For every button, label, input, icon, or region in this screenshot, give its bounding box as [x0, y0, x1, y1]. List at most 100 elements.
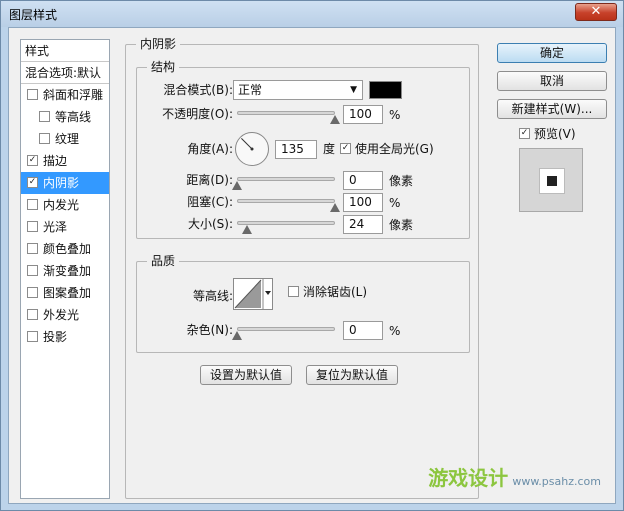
- style-checkbox[interactable]: [27, 243, 38, 254]
- style-list-item[interactable]: ✓ 内阴影: [21, 172, 109, 194]
- watermark-site: www.psahz.com: [512, 475, 601, 488]
- style-checkbox[interactable]: ✓: [27, 155, 38, 166]
- watermark-text: 游戏设计: [428, 466, 509, 490]
- structure-legend: 结构: [147, 60, 180, 74]
- chevron-down-icon: ▼: [350, 85, 357, 95]
- panel-title: 内阴影: [136, 37, 181, 51]
- style-checkbox[interactable]: ✓: [27, 177, 38, 188]
- opacity-label: 不透明度(O):: [162, 107, 233, 121]
- choke-unit: %: [389, 196, 401, 210]
- preview-dot: [547, 176, 557, 186]
- angle-unit: 度: [323, 142, 336, 156]
- close-button[interactable]: ✕: [575, 3, 617, 21]
- shadow-color-swatch[interactable]: [369, 81, 402, 99]
- choke-slider[interactable]: [237, 199, 335, 203]
- preview-label[interactable]: 预览(V): [534, 126, 576, 142]
- window-title: 图层样式: [9, 8, 58, 22]
- style-list-item[interactable]: 颜色叠加: [21, 238, 109, 260]
- distance-slider[interactable]: [237, 177, 335, 181]
- preview-checkbox[interactable]: ✓: [519, 128, 530, 139]
- cancel-button[interactable]: 取消: [497, 71, 607, 91]
- style-checkbox[interactable]: [27, 221, 38, 232]
- distance-unit: 像素: [389, 174, 414, 188]
- noise-unit: %: [389, 324, 401, 338]
- style-list-item[interactable]: 外发光: [21, 304, 109, 326]
- style-list-header[interactable]: 样式: [21, 40, 109, 62]
- blend-mode-select[interactable]: 正常 ▼: [233, 80, 363, 100]
- reset-default-button[interactable]: 复位为默认值: [306, 365, 398, 385]
- antialias-checkbox[interactable]: [288, 286, 299, 297]
- style-checkbox[interactable]: [39, 133, 50, 144]
- style-checkbox[interactable]: [27, 89, 38, 100]
- style-list-item[interactable]: 图案叠加: [21, 282, 109, 304]
- noise-slider-thumb[interactable]: [232, 331, 242, 340]
- contour-picker[interactable]: [233, 278, 273, 310]
- size-slider-thumb[interactable]: [241, 225, 252, 234]
- noise-input[interactable]: 0: [343, 321, 383, 340]
- ok-button[interactable]: 确定: [497, 43, 607, 63]
- opacity-slider[interactable]: [237, 111, 335, 115]
- antialias-label[interactable]: 消除锯齿(L): [303, 284, 367, 300]
- distance-slider-thumb[interactable]: [232, 181, 242, 190]
- quality-legend: 品质: [147, 254, 180, 268]
- distance-input[interactable]: 0: [343, 171, 383, 190]
- style-list-item[interactable]: 斜面和浮雕: [21, 84, 109, 106]
- structure-group: 结构 混合模式(B): 正常 ▼ 不透明度(O): 100 % 角度(A): 1…: [136, 60, 470, 239]
- preview-swatch: [539, 168, 565, 194]
- style-checkbox[interactable]: [39, 111, 50, 122]
- style-item-label: 颜色叠加: [43, 242, 92, 256]
- style-item-label: 描边: [43, 154, 68, 168]
- style-item-label: 内发光: [43, 198, 80, 212]
- choke-slider-thumb[interactable]: [330, 203, 340, 212]
- style-list-item[interactable]: 等高线: [21, 106, 109, 128]
- inner-shadow-group: 内阴影 结构 混合模式(B): 正常 ▼ 不透明度(O): 100 % 角度(A…: [125, 37, 479, 499]
- size-label: 大小(S):: [187, 217, 233, 231]
- style-item-label: 斜面和浮雕: [43, 88, 104, 102]
- size-input[interactable]: 24: [343, 215, 383, 234]
- angle-needle-icon: [241, 138, 254, 151]
- style-preview: [519, 148, 583, 212]
- angle-input[interactable]: 135: [275, 140, 317, 159]
- blend-options-item[interactable]: 混合选项:默认: [21, 62, 109, 84]
- noise-label: 杂色(N):: [186, 323, 233, 337]
- blend-mode-value: 正常: [238, 83, 263, 97]
- choke-input[interactable]: 100: [343, 193, 383, 212]
- style-list-item[interactable]: 渐变叠加: [21, 260, 109, 282]
- contour-curve-icon: [234, 278, 271, 310]
- style-checkbox[interactable]: [27, 331, 38, 342]
- style-item-label: 纹理: [55, 132, 80, 146]
- opacity-unit: %: [389, 108, 401, 122]
- new-style-button[interactable]: 新建样式(W)...: [497, 99, 607, 119]
- opacity-slider-thumb[interactable]: [330, 115, 340, 124]
- opacity-input[interactable]: 100: [343, 105, 383, 124]
- style-checkbox[interactable]: [27, 265, 38, 276]
- global-light-label[interactable]: 使用全局光(G): [355, 141, 434, 157]
- style-list-item[interactable]: 纹理: [21, 128, 109, 150]
- choke-label: 阻塞(C):: [187, 195, 233, 209]
- style-list-item[interactable]: 光泽: [21, 216, 109, 238]
- layer-style-dialog: 图层样式 ✕ 样式 混合选项:默认 斜面和浮雕等高线纹理 ✓ 描边 ✓ 内阴影内发光光泽…: [0, 0, 624, 511]
- style-list-item[interactable]: 投影: [21, 326, 109, 348]
- style-item-label: 等高线: [55, 110, 92, 124]
- make-default-button[interactable]: 设置为默认值: [200, 365, 292, 385]
- style-item-label: 渐变叠加: [43, 264, 92, 278]
- style-item-label: 内阴影: [43, 176, 80, 190]
- quality-group: 品质 等高线: 消除锯齿(L) 杂色(N): 0 %: [136, 254, 470, 353]
- style-items: 斜面和浮雕等高线纹理 ✓ 描边 ✓ 内阴影内发光光泽颜色叠加渐变叠加图案叠加外发光投影: [21, 84, 109, 348]
- noise-slider[interactable]: [237, 327, 335, 331]
- title-bar[interactable]: 图层样式 ✕: [1, 1, 623, 27]
- angle-dial[interactable]: [235, 132, 269, 166]
- style-checkbox[interactable]: [27, 199, 38, 210]
- style-list-item[interactable]: 内发光: [21, 194, 109, 216]
- watermark: 游戏设计 www.psahz.com: [428, 462, 601, 491]
- size-unit: 像素: [389, 218, 414, 232]
- blend-mode-label: 混合模式(B):: [163, 83, 233, 97]
- style-item-label: 投影: [43, 330, 68, 344]
- style-list-item[interactable]: ✓ 描边: [21, 150, 109, 172]
- style-item-label: 图案叠加: [43, 286, 92, 300]
- style-checkbox[interactable]: [27, 309, 38, 320]
- global-light-checkbox[interactable]: ✓: [340, 143, 351, 154]
- style-checkbox[interactable]: [27, 287, 38, 298]
- contour-label: 等高线:: [192, 289, 233, 303]
- style-item-label: 外发光: [43, 308, 80, 322]
